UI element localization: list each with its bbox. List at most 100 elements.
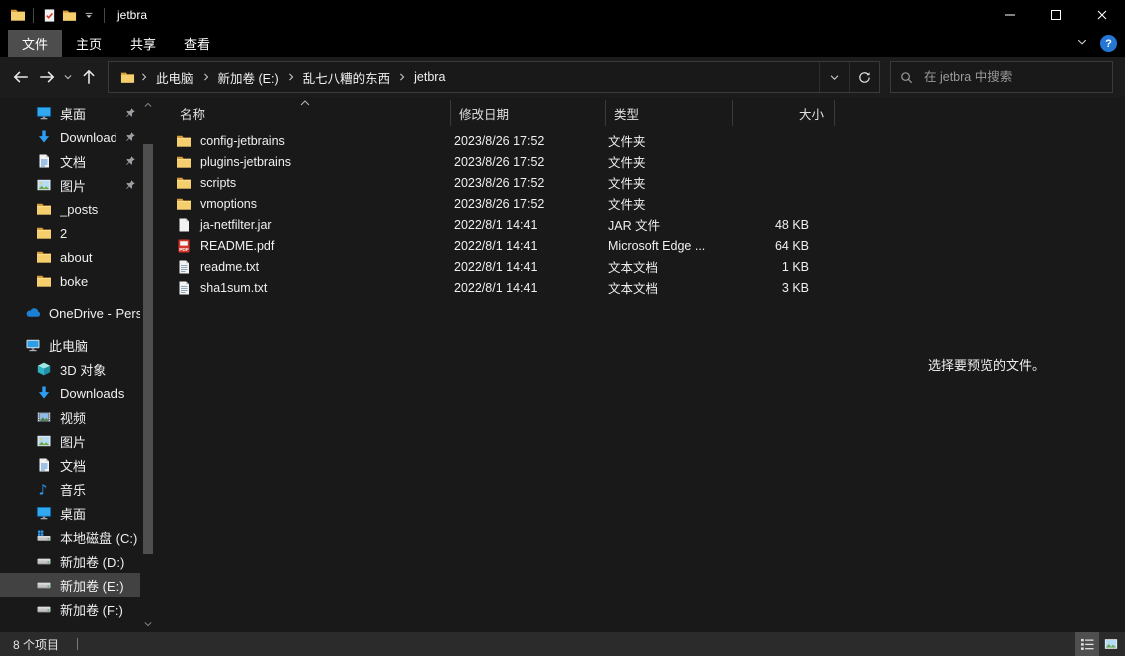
column-header-size[interactable]: 大小 bbox=[733, 100, 835, 126]
download-icon bbox=[36, 385, 52, 401]
file-name: config-jetbrains bbox=[200, 134, 285, 148]
tab-share[interactable]: 共享 bbox=[116, 30, 170, 57]
sidebar-item[interactable]: 本地磁盘 (C:) bbox=[0, 525, 140, 549]
sidebar-item[interactable]: 新加卷 (D:) bbox=[0, 549, 140, 573]
tab-view[interactable]: 查看 bbox=[170, 30, 224, 57]
column-header-name[interactable]: 名称 bbox=[160, 100, 451, 126]
sidebar-item[interactable]: 文档 bbox=[0, 149, 140, 173]
sidebar-item[interactable]: 桌面 bbox=[0, 501, 140, 525]
file-row[interactable]: sha1sum.txt2022/8/1 14:41文本文档3 KB bbox=[160, 277, 848, 298]
sidebar-item[interactable]: 新加卷 (F:) bbox=[0, 597, 140, 621]
picture-icon bbox=[36, 433, 52, 449]
maximize-button[interactable] bbox=[1033, 0, 1079, 30]
back-icon[interactable] bbox=[8, 64, 34, 90]
file-name: readme.txt bbox=[200, 260, 259, 274]
breadcrumb-chevron-icon[interactable] bbox=[139, 72, 149, 82]
breadcrumb-item[interactable]: 新加卷 (E:) bbox=[212, 68, 285, 87]
sidebar-item[interactable]: 此电脑 bbox=[0, 333, 140, 357]
tab-home[interactable]: 主页 bbox=[62, 30, 116, 57]
properties-check-icon[interactable] bbox=[39, 5, 59, 25]
sidebar-item-label: 文档 bbox=[60, 456, 86, 475]
file-name-cell: scripts bbox=[160, 175, 446, 191]
folder-icon bbox=[36, 249, 52, 265]
sidebar-item[interactable]: 视频 bbox=[0, 405, 140, 429]
search-box bbox=[890, 61, 1113, 93]
sidebar-item[interactable]: 图片 bbox=[0, 429, 140, 453]
svg-text:PDF: PDF bbox=[179, 246, 189, 252]
details-view-icon[interactable] bbox=[1075, 632, 1099, 656]
file-row[interactable]: scripts2023/8/26 17:52文件夹 bbox=[160, 172, 848, 193]
search-input[interactable] bbox=[922, 69, 1104, 85]
sidebar-item[interactable]: 新加卷 (E:) bbox=[0, 573, 140, 597]
breadcrumb-item[interactable]: 此电脑 bbox=[150, 68, 200, 87]
close-button[interactable] bbox=[1079, 0, 1125, 30]
breadcrumb-chevron-icon[interactable] bbox=[397, 72, 407, 82]
svg-text:♪: ♪ bbox=[39, 483, 48, 498]
qat-dropdown-icon[interactable] bbox=[79, 5, 99, 25]
file-row[interactable]: plugins-jetbrains2023/8/26 17:52文件夹 bbox=[160, 151, 848, 172]
breadcrumb-item[interactable]: jetbra bbox=[408, 70, 451, 84]
up-icon[interactable] bbox=[76, 64, 102, 90]
file-name-cell: readme.txt bbox=[160, 259, 446, 275]
refresh-icon[interactable] bbox=[849, 62, 879, 92]
address-dropdown-icon[interactable] bbox=[819, 62, 849, 92]
file-row[interactable]: config-jetbrains 2023/8/26 17:52文件夹 bbox=[160, 130, 848, 151]
sidebar-item[interactable]: 图片 bbox=[0, 173, 140, 197]
file-row[interactable]: PDFREADME.pdf2022/8/1 14:41Microsoft Edg… bbox=[160, 235, 848, 256]
recent-chevron-icon[interactable] bbox=[60, 64, 76, 90]
file-type: 文件夹 bbox=[600, 131, 726, 150]
forward-icon[interactable] bbox=[34, 64, 60, 90]
file-name-cell: vmoptions bbox=[160, 196, 446, 212]
sidebar-item-label: boke bbox=[60, 274, 88, 289]
new-folder-icon[interactable] bbox=[59, 5, 79, 25]
column-header-type[interactable]: 类型 bbox=[606, 100, 733, 126]
sidebar-item-label: 桌面 bbox=[60, 504, 86, 523]
picture-icon bbox=[36, 177, 52, 193]
3d-objects-icon bbox=[36, 361, 52, 377]
sidebar-item[interactable]: OneDrive - Perso bbox=[0, 301, 140, 325]
sidebar-item[interactable]: boke bbox=[0, 269, 140, 293]
column-header-date[interactable]: 修改日期 bbox=[451, 100, 606, 126]
file-size: 64 KB bbox=[726, 239, 819, 253]
breadcrumb-chevron-icon[interactable] bbox=[286, 72, 296, 82]
sidebar-item[interactable]: ♪音乐 bbox=[0, 477, 140, 501]
sidebar-item[interactable]: 3D 对象 bbox=[0, 357, 140, 381]
sidebar-item-label: about bbox=[60, 250, 93, 265]
help-icon[interactable]: ? bbox=[1100, 35, 1117, 52]
sidebar-item-label: 图片 bbox=[60, 432, 86, 451]
file-date: 2023/8/26 17:52 bbox=[446, 176, 600, 190]
file-name-cell: PDFREADME.pdf bbox=[160, 238, 446, 254]
address-bar[interactable]: 此电脑 新加卷 (E:) 乱七八糟的东西 jetbra bbox=[108, 61, 880, 93]
breadcrumb-chevron-icon[interactable] bbox=[201, 72, 211, 82]
file-row[interactable]: vmoptions2023/8/26 17:52文件夹 bbox=[160, 193, 848, 214]
sidebar-scrollbar[interactable] bbox=[142, 99, 154, 630]
scroll-up-icon[interactable] bbox=[142, 99, 154, 111]
sidebar-item[interactable]: _posts bbox=[0, 197, 140, 221]
sidebar-item[interactable]: about bbox=[0, 245, 140, 269]
sidebar-item[interactable]: 文档 bbox=[0, 453, 140, 477]
scroll-down-icon[interactable] bbox=[142, 618, 154, 630]
file-date: 2023/8/26 17:52 bbox=[446, 134, 600, 148]
breadcrumb-item[interactable]: 乱七八糟的东西 bbox=[297, 68, 397, 87]
thumbnail-view-icon[interactable] bbox=[1099, 632, 1123, 656]
tab-file[interactable]: 文件 bbox=[8, 30, 62, 57]
file-name: plugins-jetbrains bbox=[200, 155, 291, 169]
sidebar-item[interactable]: 2 bbox=[0, 221, 140, 245]
file-list-pane: 名称 修改日期 类型 大小 config-jetbrains 2023/8/26 … bbox=[160, 97, 848, 632]
scrollbar-thumb[interactable] bbox=[143, 144, 153, 554]
sidebar-item-label: 图片 bbox=[60, 176, 86, 195]
file-date: 2023/8/26 17:52 bbox=[446, 197, 600, 211]
column-header-label: 类型 bbox=[614, 104, 639, 123]
sidebar-item[interactable]: Downloads bbox=[0, 125, 140, 149]
window-controls bbox=[987, 0, 1125, 30]
minimize-button[interactable] bbox=[987, 0, 1033, 30]
file-row[interactable]: readme.txt2022/8/1 14:41文本文档1 KB bbox=[160, 256, 848, 277]
folder-icon bbox=[176, 175, 192, 191]
sort-ascending-icon bbox=[300, 100, 310, 106]
sidebar-item[interactable]: Downloads bbox=[0, 381, 140, 405]
file-row[interactable]: ja-netfilter.jar2022/8/1 14:41JAR 文件48 K… bbox=[160, 214, 848, 235]
sidebar-item[interactable]: 桌面 bbox=[0, 101, 140, 125]
sidebar-item-label: OneDrive - Perso bbox=[49, 306, 140, 321]
sidebar-item-label: 新加卷 (F:) bbox=[60, 600, 123, 619]
ribbon-collapse-icon[interactable] bbox=[1076, 36, 1088, 51]
